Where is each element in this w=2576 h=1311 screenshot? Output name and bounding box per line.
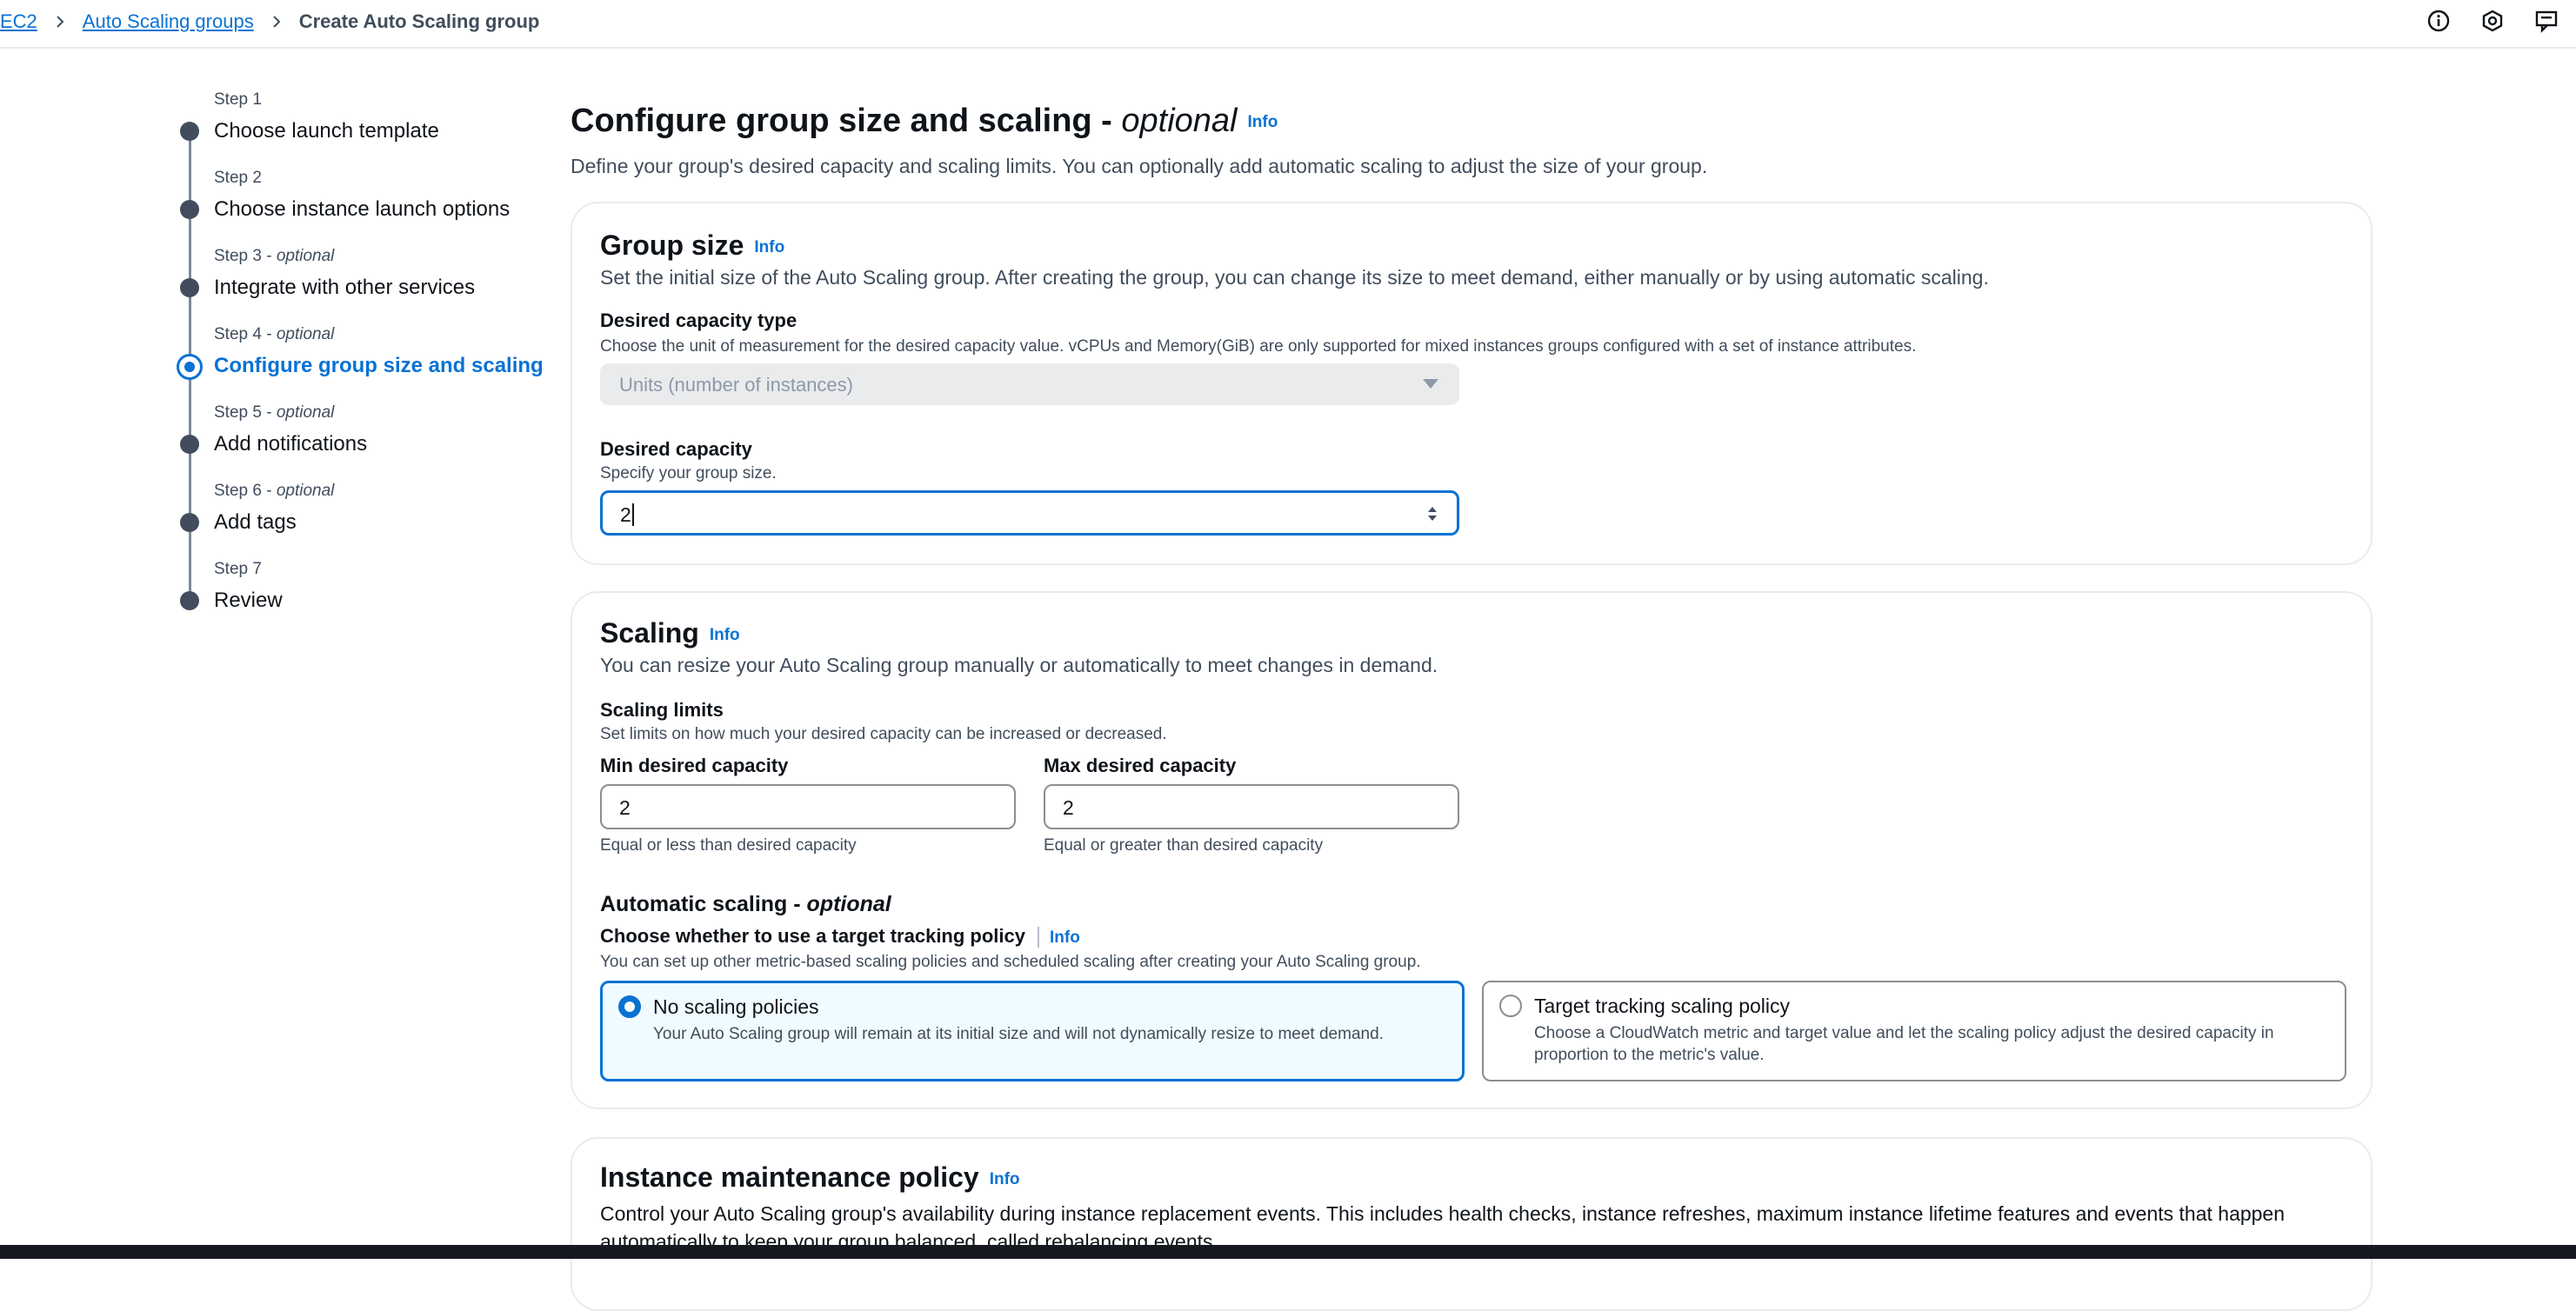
capacity-type-label: Desired capacity type — [600, 309, 797, 331]
breadcrumb: EC2 Auto Scaling groups Create Auto Scal… — [0, 9, 539, 35]
scaling-description: You can resize your Auto Scaling group m… — [600, 654, 1438, 676]
option-description: Choose a CloudWatch metric and target va… — [1534, 1024, 2274, 1064]
instance-maintenance-panel: Instance maintenance policy Info Control … — [571, 1137, 2372, 1311]
breadcrumb-auto-scaling-groups[interactable]: Auto Scaling groups — [83, 10, 254, 33]
step-3[interactable]: Step 3 - optional Integrate with other s… — [178, 247, 544, 308]
step-indicator-icon — [180, 513, 199, 532]
page-description: Define your group's desired capacity and… — [571, 155, 1708, 177]
step-1[interactable]: Step 1 Choose launch template — [178, 90, 544, 151]
step-title[interactable]: Configure group size and scaling — [214, 354, 544, 378]
step-number: Step 1 — [214, 90, 262, 109]
step-2[interactable]: Step 2 Choose instance launch options — [178, 169, 544, 230]
step-number: Step 3 - optional — [214, 247, 335, 265]
scaling-limits-hint: Set limits on how much your desired capa… — [600, 725, 1167, 743]
step-indicator-icon — [180, 435, 199, 454]
breadcrumb-current: Create Auto Scaling group — [298, 10, 540, 32]
min-capacity-hint: Equal or less than desired capacity — [600, 836, 857, 855]
radio-unselected-icon[interactable] — [1499, 995, 1522, 1017]
step-title[interactable]: Add notifications — [214, 432, 367, 456]
label-divider — [1038, 927, 1039, 948]
desired-capacity-hint: Specify your group size. — [600, 464, 777, 482]
step-number: Step 6 - optional — [214, 482, 335, 500]
step-indicator-active-icon — [177, 354, 203, 380]
min-capacity-value: 2 — [619, 796, 631, 819]
step-5[interactable]: Step 5 - optional Add notifications — [178, 403, 544, 464]
chevron-right-icon — [270, 15, 284, 29]
step-number: Step 2 — [214, 169, 262, 187]
option-description: Your Auto Scaling group will remain at i… — [653, 1025, 1384, 1043]
scaling-info-link[interactable]: Info — [710, 626, 740, 644]
policy-info-link[interactable]: Info — [1050, 928, 1080, 947]
option-title: Target tracking scaling policy — [1534, 995, 1791, 1017]
step-indicator-icon — [180, 200, 199, 219]
step-title[interactable]: Add tags — [214, 510, 297, 535]
group-size-description: Set the initial size of the Auto Scaling… — [600, 266, 1989, 289]
step-number: Step 4 - optional — [214, 325, 335, 343]
step-6[interactable]: Step 6 - optional Add tags — [178, 482, 544, 542]
step-number: Step 7 — [214, 560, 262, 578]
target-tracking-option[interactable]: Target tracking scaling policy Choose a … — [1482, 981, 2346, 1081]
scaling-title: Scaling Info — [600, 617, 740, 649]
scaling-limits-label: Scaling limits — [600, 699, 724, 721]
max-capacity-input[interactable]: 2 — [1044, 784, 1459, 829]
instance-maintenance-title: Instance maintenance policy Info — [600, 1161, 1020, 1193]
settings-hex-icon[interactable] — [2479, 7, 2506, 35]
min-capacity-input[interactable]: 2 — [600, 784, 1016, 829]
step-title[interactable]: Review — [214, 589, 283, 613]
group-size-title: Group size Info — [600, 230, 785, 261]
page-info-link[interactable]: Info — [1248, 113, 1278, 131]
step-4[interactable]: Step 4 - optional Configure group size a… — [177, 325, 544, 386]
instance-maintenance-info-link[interactable]: Info — [990, 1170, 1020, 1188]
option-title: No scaling policies — [653, 995, 819, 1018]
step-indicator-icon — [180, 122, 199, 141]
bottom-bar — [0, 1245, 2576, 1259]
min-capacity-label: Min desired capacity — [600, 755, 789, 776]
scaling-panel: Scaling Info You can resize your Auto Sca… — [571, 591, 2372, 1109]
text-cursor — [632, 503, 634, 526]
capacity-type-value: Units (number of instances) — [619, 374, 853, 396]
desired-capacity-label: Desired capacity — [600, 438, 752, 460]
top-bar: EC2 Auto Scaling groups Create Auto Scal… — [0, 0, 2576, 49]
caret-down-icon — [1423, 379, 1438, 389]
top-bar-icons — [2425, 7, 2560, 35]
policy-hint: You can set up other metric-based scalin… — [600, 953, 1421, 971]
automatic-scaling-title: Automatic scaling - optional — [600, 892, 891, 916]
step-indicator-icon — [180, 591, 199, 610]
max-capacity-hint: Equal or greater than desired capacity — [1044, 836, 1324, 855]
capacity-type-select: Units (number of instances) — [600, 363, 1459, 405]
step-number: Step 5 - optional — [214, 403, 335, 422]
step-7[interactable]: Step 7 Review — [178, 560, 544, 621]
step-title[interactable]: Integrate with other services — [214, 276, 475, 300]
step-title[interactable]: Choose launch template — [214, 119, 439, 143]
desired-capacity-input[interactable]: 2 — [600, 490, 1459, 536]
step-indicator-icon — [180, 278, 199, 297]
radio-selected-icon[interactable] — [618, 995, 641, 1018]
group-size-panel: Group size Info Set the initial size of t… — [571, 202, 2372, 565]
policy-label: Choose whether to use a target tracking … — [600, 925, 1080, 948]
no-scaling-policies-option[interactable]: No scaling policies Your Auto Scaling gr… — [600, 981, 1465, 1081]
feedback-icon[interactable] — [2533, 7, 2560, 35]
info-icon[interactable] — [2425, 7, 2453, 35]
number-spinner-icon[interactable] — [1425, 503, 1439, 524]
group-size-info-link[interactable]: Info — [754, 238, 784, 256]
breadcrumb-ec2[interactable]: EC2 — [0, 10, 37, 33]
step-title[interactable]: Choose instance launch options — [214, 197, 510, 222]
max-capacity-label: Max desired capacity — [1044, 755, 1237, 776]
capacity-type-hint: Choose the unit of measurement for the d… — [600, 337, 1917, 356]
chevron-right-icon — [53, 15, 67, 29]
page-title: Configure group size and scaling - optio… — [571, 103, 1278, 139]
desired-capacity-value: 2 — [620, 503, 631, 526]
max-capacity-value: 2 — [1063, 796, 1074, 819]
